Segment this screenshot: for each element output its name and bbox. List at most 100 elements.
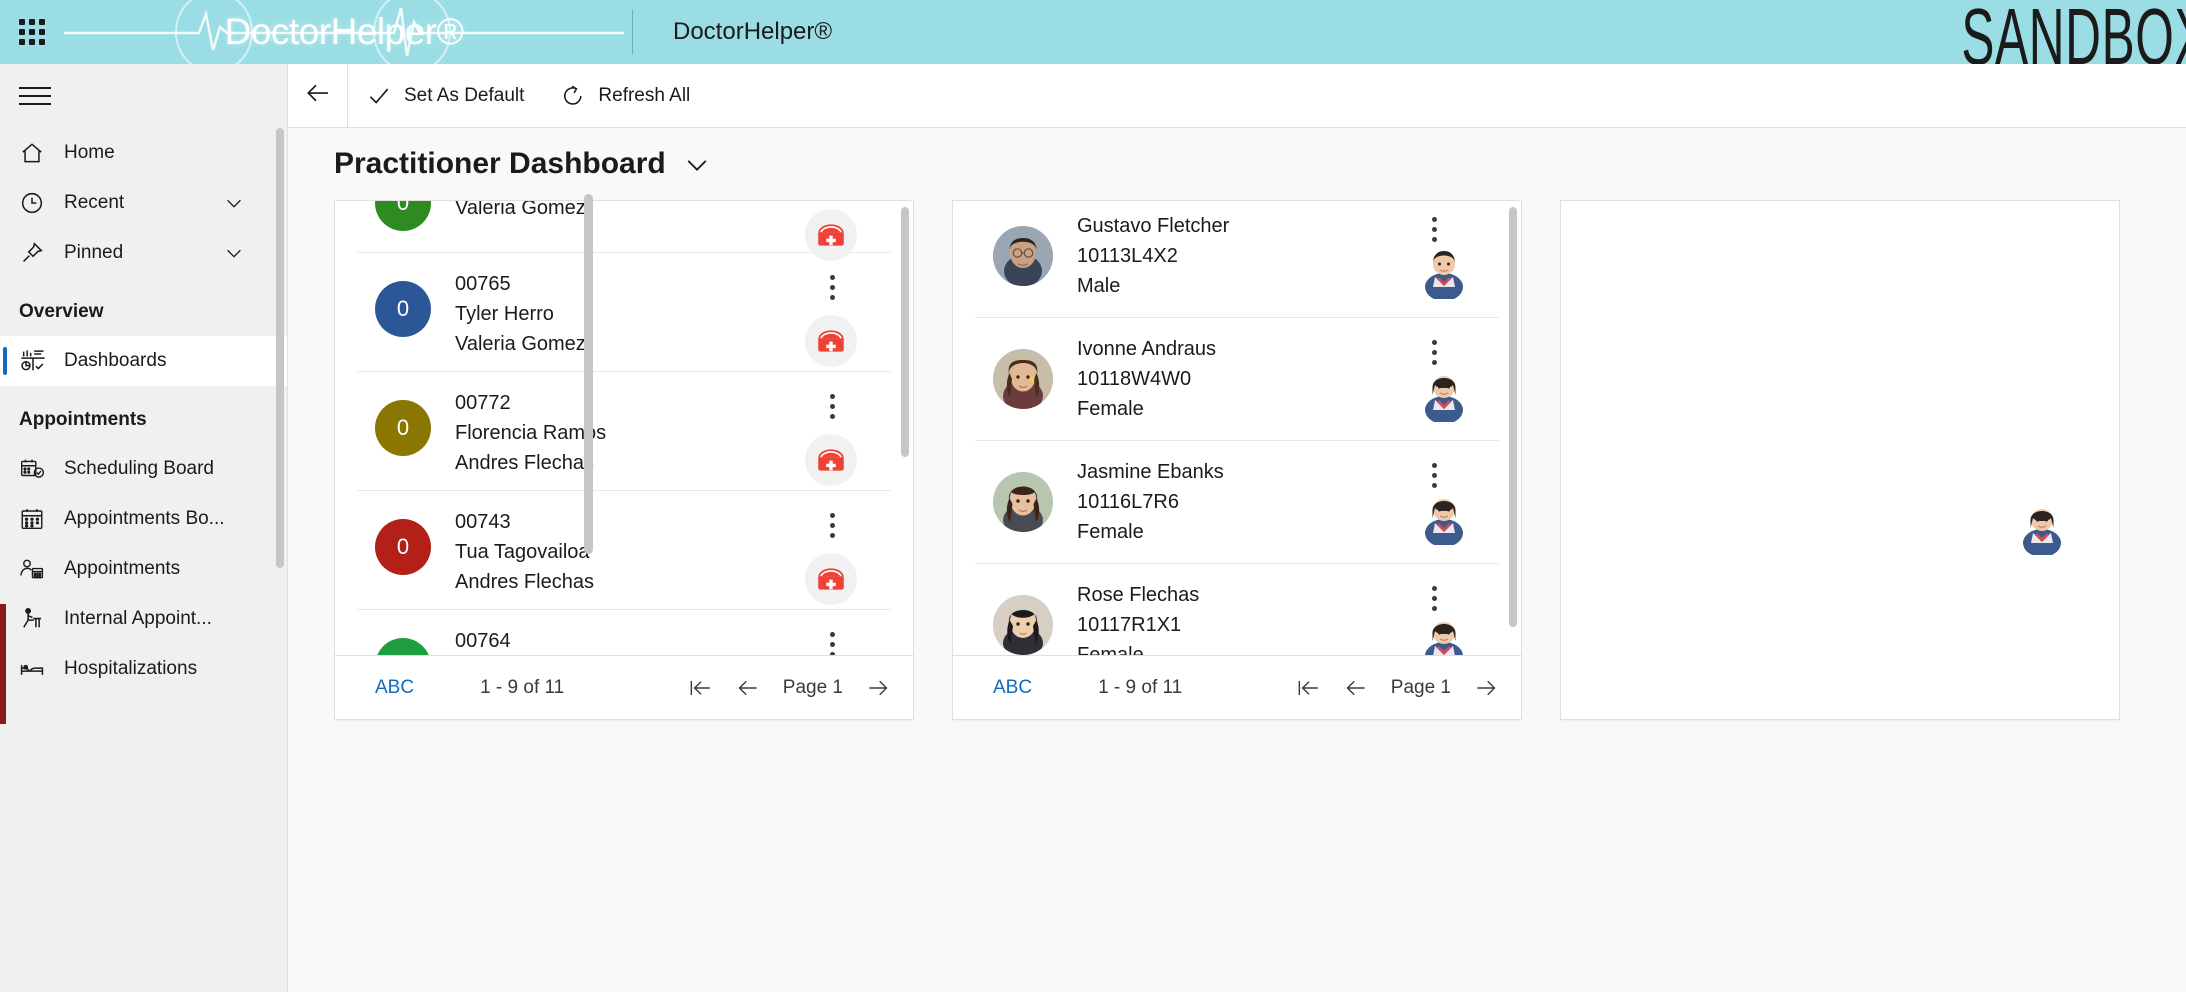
more-vertical-icon[interactable] [1428,459,1441,492]
sidebar-navigation: Home Recent Pinned Overview Dashboards A… [0,64,288,992]
pagination-controls: Page 1 [687,675,891,701]
chevron-down-icon[interactable] [223,242,245,264]
list-item[interactable]: Rose Flechas 10117R1X1 Female [975,564,1499,655]
sidebar-item-label: Recent [64,192,125,213]
table-row[interactable]: 0 00772 Florencia Ramos Andres Flechas [357,372,891,491]
app-launcher-button[interactable] [0,0,64,64]
avatar [1417,614,1471,655]
alphabet-filter-button[interactable]: ABC [375,677,414,699]
hamburger-menu-icon [19,81,51,111]
content-scrollbar[interactable] [584,194,593,554]
table-row[interactable]: 0 00743 Tua Tagovailoa Andres Flechas [357,491,891,610]
patient-gender: Male [1077,275,1121,297]
top-navigation-bar: DoctorHelper® DoctorHelper® SANDBOX [0,0,2186,64]
list-item[interactable]: Ivonne Andraus 10118W4W0 Female [975,318,1499,441]
avatar [1417,491,1471,547]
back-button[interactable] [288,63,348,128]
brand-logo-text: DoctorHelper® [224,11,464,52]
practitioner-name: Andres Flechas [455,571,594,593]
sidebar-item-dashboards[interactable]: Dashboards [0,336,287,386]
sidebar-item-recent[interactable]: Recent [0,178,287,228]
sidebar-item-label: Appointments Bo... [64,508,225,529]
list-item[interactable]: Jasmine Ebanks 10116L7R6 Female [975,441,1499,564]
page-title: Practitioner Dashboard [334,147,666,180]
list-item[interactable] [1583,201,2097,557]
record-count-label: 1 - 9 of 11 [480,676,565,698]
patient-id: 10113L4X2 [1077,245,1178,267]
status-badge: 0 [375,281,431,337]
patients-scroll-area[interactable]: Gustavo Fletcher 10113L4X2 Male Ivonne A… [953,201,1521,655]
person-calendar-icon [19,556,55,582]
patient-info: Ivonne Andraus 10118W4W0 Female [1077,334,1216,424]
avatar [993,349,1053,409]
sidebar-item-hospitalizations[interactable]: Hospitalizations [0,644,287,694]
patient-id: 10118W4W0 [1077,368,1192,390]
alphabet-filter-button[interactable]: ABC [993,677,1032,699]
next-page-icon[interactable] [865,675,891,701]
practitioner-name: Valeria Gomez [455,333,586,355]
previous-page-icon[interactable] [1343,675,1369,701]
clock-icon [19,190,55,216]
calendar-check-icon [19,456,55,482]
sidebar-item-home[interactable]: Home [0,128,287,178]
sidebar-item-appointments-board[interactable]: Appointments Bo... [0,494,287,544]
chevron-down-icon[interactable] [223,192,245,214]
patient-name: Gustavo Fletcher [1077,215,1230,237]
previous-page-icon[interactable] [735,675,761,701]
sidebar-item-label: Home [64,142,115,163]
patient-info: Jasmine Ebanks 10116L7R6 Female [1077,457,1224,547]
brand-logo: DoctorHelper® [64,0,624,64]
first-page-icon[interactable] [1295,675,1321,701]
appointment-info: 00764 Florencia Ramos [455,622,606,655]
more-vertical-icon[interactable] [826,271,839,304]
page-title-row: Practitioner Dashboard [288,128,2186,200]
table-row[interactable]: 0 00765 Tyler Herro Valeria Gomez [357,253,891,372]
medical-kit-icon[interactable] [805,434,857,486]
sidebar-red-indicator [0,604,6,724]
next-page-icon[interactable] [1473,675,1499,701]
first-page-icon[interactable] [687,675,713,701]
more-vertical-icon[interactable] [826,628,839,655]
appointment-number: 00765 [455,273,511,295]
sidebar-item-pinned[interactable]: Pinned [0,228,287,278]
table-row[interactable]: 0 Gustavo Fletcher Valeria Gomez [357,201,891,261]
patients-scrollbar[interactable] [1509,207,1517,627]
sidebar-group-appointments: Appointments [19,409,147,430]
third-card-partial [1560,200,2120,720]
avatar [1417,245,1471,301]
appointments-card-footer: ABC 1 - 9 of 11 Page 1 [335,655,913,719]
calendar-icon [19,506,55,532]
more-vertical-icon[interactable] [826,390,839,423]
sidebar-item-label: Scheduling Board [64,458,214,479]
table-row[interactable]: 0 00764 Florencia Ramos [357,610,891,655]
set-as-default-label: Set As Default [404,84,525,106]
patient-gender: Female [1077,521,1144,543]
main-content: Set As Default Refresh All Practitioner … [288,63,2186,992]
medical-kit-icon[interactable] [805,553,857,605]
sidebar-collapse-button[interactable] [0,64,287,128]
refresh-all-button[interactable]: Refresh All [542,64,708,128]
set-as-default-button[interactable]: Set As Default [348,64,542,128]
sidebar-item-scheduling-board[interactable]: Scheduling Board [0,444,287,494]
more-vertical-icon[interactable] [826,509,839,542]
chevron-down-icon[interactable] [682,149,712,179]
sidebar-item-internal-appointments[interactable]: Internal Appoint... [0,594,287,644]
status-badge: 0 [375,400,431,456]
appointments-scrollbar[interactable] [901,207,909,457]
more-vertical-icon[interactable] [1428,336,1441,369]
app-name-label: DoctorHelper® [673,18,833,45]
patients-list: Gustavo Fletcher 10113L4X2 Male Ivonne A… [953,201,1521,655]
more-vertical-icon[interactable] [1428,582,1441,615]
more-vertical-icon[interactable] [1428,213,1441,246]
sidebar-item-appointments[interactable]: Appointments [0,544,287,594]
patients-card: Gustavo Fletcher 10113L4X2 Male Ivonne A… [952,200,1522,720]
sidebar-scrollbar[interactable] [276,128,284,568]
sidebar-item-label: Appointments [64,558,181,579]
patient-gender: Female [1077,644,1144,655]
patient-id: 10116L7R6 [1077,491,1179,513]
dashboard-cards: 0 Gustavo Fletcher Valeria Gomez [288,200,2186,720]
appointment-info: 00743 Tua Tagovailoa Andres Flechas [455,503,594,597]
medical-kit-icon[interactable] [805,315,857,367]
list-item[interactable]: Gustavo Fletcher 10113L4X2 Male [975,201,1499,318]
appointments-scroll-area[interactable]: 0 Gustavo Fletcher Valeria Gomez [335,201,913,655]
